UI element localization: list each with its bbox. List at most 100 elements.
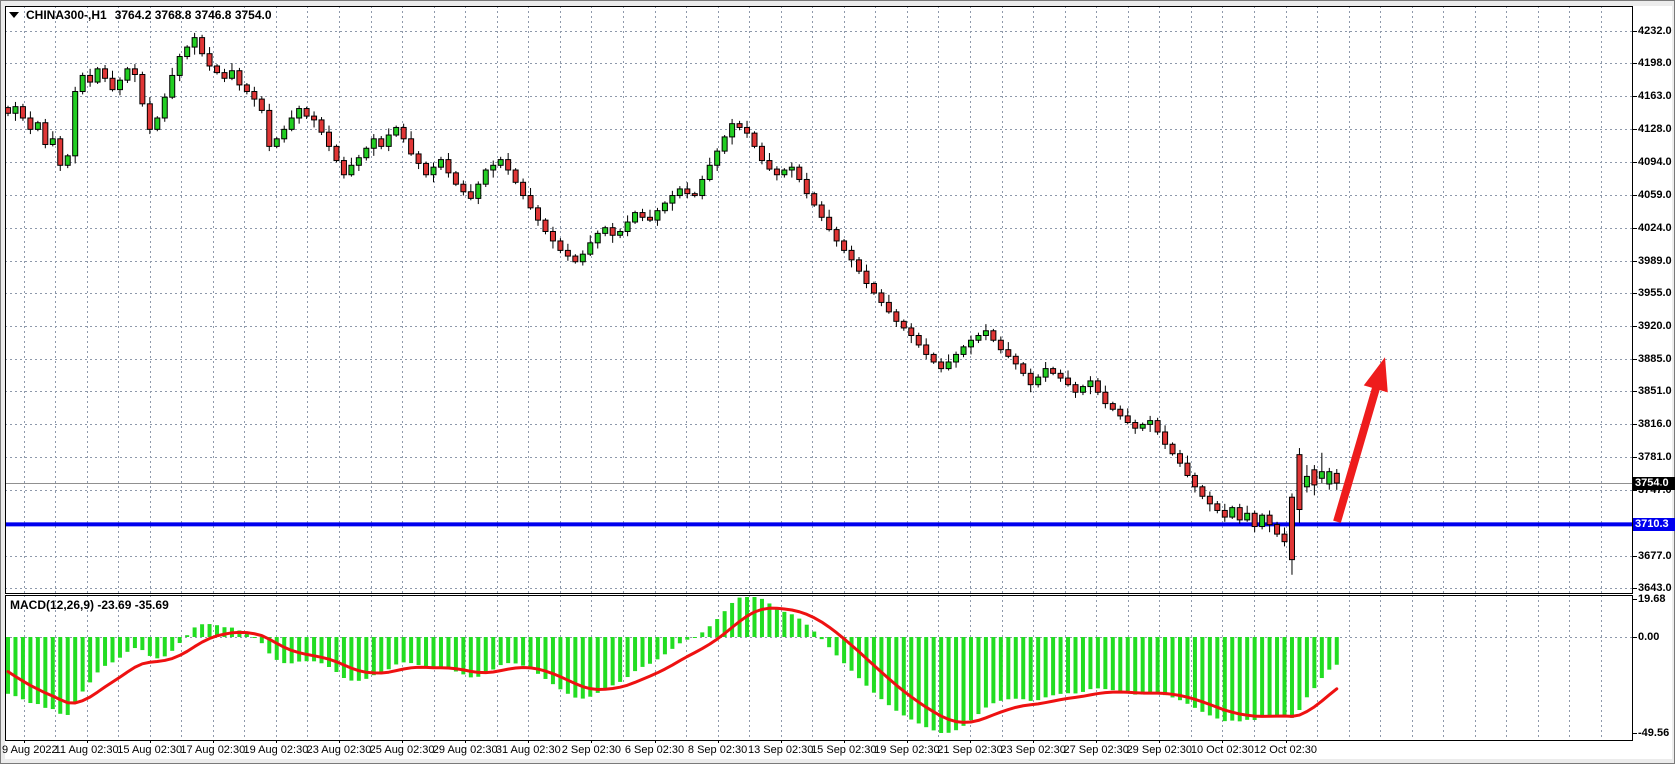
- bearish-candle: [326, 132, 331, 146]
- bearish-candle: [1051, 369, 1056, 374]
- bullish-candle: [580, 254, 585, 262]
- chart-title: CHINA300-,H1 3764.2 3768.8 3746.8 3754.0: [9, 7, 272, 23]
- bearish-candle: [28, 118, 33, 129]
- bullish-candle: [349, 165, 354, 174]
- bearish-candle: [1170, 444, 1175, 453]
- bullish-candle: [289, 118, 294, 129]
- bullish-candle: [1043, 369, 1048, 378]
- macd-tick-label: 0.00: [1638, 631, 1659, 643]
- bullish-candle: [13, 107, 18, 114]
- bullish-candle: [954, 354, 959, 362]
- bullish-candle: [1148, 421, 1153, 425]
- bearish-candle: [215, 66, 220, 73]
- bullish-candle: [297, 109, 302, 118]
- bullish-candle: [155, 118, 160, 129]
- bearish-candle: [267, 110, 272, 146]
- bearish-candle: [304, 109, 309, 117]
- bearish-candle: [1222, 510, 1227, 517]
- macd-signal-line: [8, 608, 1337, 722]
- bearish-candle: [842, 241, 847, 250]
- bearish-candle: [1237, 508, 1242, 520]
- price-tick-label: 4232.0: [1638, 25, 1672, 37]
- bearish-candle: [759, 146, 764, 160]
- bullish-candle: [782, 170, 787, 175]
- bullish-candle: [491, 165, 496, 170]
- bearish-candle: [207, 54, 212, 66]
- bullish-candle: [229, 71, 234, 79]
- bearish-candle: [1028, 373, 1033, 384]
- time-axis-label: 12 Oct 02:30: [1241, 744, 1331, 756]
- bearish-candle: [1021, 364, 1026, 373]
- bearish-candle: [341, 161, 346, 175]
- bearish-candle: [767, 161, 772, 170]
- bearish-candle: [1192, 475, 1197, 486]
- bearish-candle: [1185, 463, 1190, 475]
- price-tick-label: 4163.0: [1638, 90, 1672, 102]
- symbol-dropdown-icon[interactable]: [9, 12, 19, 18]
- support-line[interactable]: [5, 522, 1632, 526]
- bearish-candle: [692, 194, 697, 196]
- bearish-candle: [252, 92, 257, 100]
- bearish-candle: [849, 250, 854, 259]
- bearish-candle: [804, 179, 809, 193]
- bullish-candle: [371, 139, 376, 148]
- bearish-candle: [1334, 473, 1339, 483]
- grid-layer: [5, 6, 1632, 740]
- bearish-candle: [909, 328, 914, 336]
- bullish-candle: [50, 139, 55, 145]
- bullish-candle: [80, 75, 85, 91]
- bullish-candle: [394, 127, 399, 135]
- bullish-candle: [274, 139, 279, 147]
- bearish-candle: [1200, 487, 1205, 496]
- candles-layer: [6, 33, 1340, 575]
- bullish-candle: [1327, 472, 1332, 484]
- bullish-candle: [192, 38, 197, 47]
- bullish-candle: [431, 167, 436, 175]
- bullish-candle: [1304, 476, 1309, 486]
- bearish-candle: [88, 75, 93, 82]
- bullish-candle: [65, 156, 70, 165]
- macd-tick-label: 19.68: [1638, 593, 1666, 605]
- bearish-candle: [1289, 497, 1294, 559]
- bearish-candle: [879, 293, 884, 302]
- bullish-candle: [1319, 472, 1324, 479]
- bearish-candle: [998, 340, 1003, 349]
- ohlc-values: 3764.2 3768.8 3746.8 3754.0: [115, 8, 272, 22]
- bearish-candle: [931, 354, 936, 362]
- bearish-candle: [565, 250, 570, 256]
- bearish-candle: [319, 120, 324, 132]
- bearish-candle: [416, 154, 421, 163]
- bullish-candle: [282, 129, 287, 138]
- bullish-candle: [95, 69, 100, 82]
- symbol-timeframe: CHINA300-,H1: [26, 8, 107, 22]
- bearish-candle: [424, 163, 429, 174]
- price-tick-label: 4198.0: [1638, 57, 1672, 69]
- bearish-candle: [401, 127, 406, 138]
- bullish-candle: [170, 75, 175, 97]
- bearish-candle: [379, 139, 384, 147]
- support-line-badge: 3710.3: [1633, 518, 1675, 531]
- price-tick-label: 3816.0: [1638, 418, 1672, 430]
- bearish-candle: [200, 38, 205, 54]
- bearish-candle: [312, 116, 317, 120]
- bearish-candle: [812, 194, 817, 205]
- price-tick-label: 3677.0: [1638, 550, 1672, 562]
- bearish-candle: [1163, 432, 1168, 444]
- bullish-candle: [356, 158, 361, 166]
- bearish-candle: [1103, 392, 1108, 403]
- bearish-candle: [827, 217, 832, 229]
- bearish-candle: [506, 160, 511, 170]
- bearish-candle: [864, 271, 869, 283]
- bullish-candle: [185, 47, 190, 56]
- bullish-candle: [946, 362, 951, 369]
- bearish-candle: [774, 169, 779, 175]
- bullish-candle: [162, 97, 167, 118]
- bullish-candle: [476, 184, 481, 198]
- price-chart-surface[interactable]: [0, 0, 1675, 764]
- bullish-candle: [700, 179, 705, 195]
- bearish-candle: [1178, 454, 1183, 463]
- bearish-candle: [1312, 470, 1317, 485]
- bullish-candle: [618, 231, 623, 235]
- bearish-candle: [536, 208, 541, 220]
- bearish-candle: [1275, 525, 1280, 534]
